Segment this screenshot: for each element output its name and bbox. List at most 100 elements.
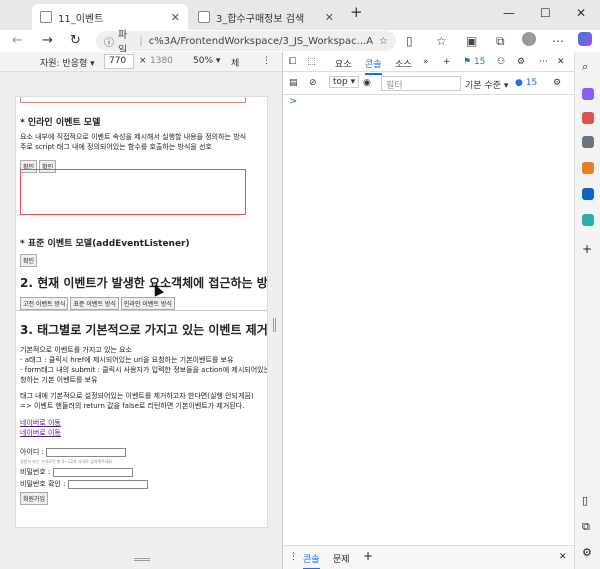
resize-handle[interactable]: [273, 318, 276, 332]
issue-badge-icon: ●: [515, 78, 523, 88]
naver-link[interactable]: 네이버로 이동: [20, 428, 61, 438]
tab-events[interactable]: 11_이벤트 ✕: [32, 4, 188, 30]
previous-box: [20, 97, 246, 103]
tab-search[interactable]: 3_합수구매정보 검색 ✕: [190, 4, 342, 30]
inline-output-area: [20, 169, 246, 215]
copilot-icon[interactable]: [578, 32, 592, 46]
inline-event-button[interactable]: 인라인 이벤트 방식: [120, 297, 175, 310]
more-icon[interactable]: ⋯: [552, 34, 564, 48]
id-label: 아이디 :: [20, 448, 44, 456]
outlook-icon[interactable]: [582, 188, 594, 200]
section3-title: 3. 태그별로 기본적으로 가지고 있는 이벤트 제거: [20, 323, 268, 337]
more-tabs-icon[interactable]: »: [423, 57, 429, 67]
settings-icon[interactable]: ⚙: [517, 57, 525, 67]
more-icon[interactable]: ⋮: [262, 56, 271, 66]
confirm-button[interactable]: 확인: [20, 254, 38, 267]
clear-console-icon[interactable]: ⊘: [309, 78, 317, 88]
add-icon[interactable]: +: [582, 242, 594, 256]
console-settings-icon[interactable]: ⚙: [553, 78, 561, 88]
tab-sources[interactable]: 소스: [395, 57, 412, 70]
url-field[interactable]: ⓘ 파일 | c%3A/FrontendWorkspace/3_JS_Works…: [96, 30, 396, 56]
settings-icon[interactable]: ⚙: [582, 546, 594, 559]
drawer-add-button[interactable]: +: [363, 549, 373, 563]
read-aloud-icon[interactable]: A: [366, 36, 373, 47]
section2-title: 2. 현재 이벤트가 발생한 요소객체에 접근하는 방법: [20, 276, 268, 290]
close-icon[interactable]: ✕: [171, 11, 180, 24]
height-input[interactable]: 1380: [150, 56, 173, 66]
drawer-tab-issues[interactable]: 문제: [333, 552, 350, 565]
inline-desc-2: 주로 script 태그 내에 정의되어있는 함수를 호출하는 방식을 선호: [20, 143, 212, 151]
pw-confirm-label: 비밀번호 확인 :: [20, 480, 66, 488]
standard-model-title: * 표준 이벤트 모델(addEventListener): [20, 239, 190, 249]
page-icon: [198, 11, 210, 23]
minimize-button[interactable]: —: [503, 6, 515, 20]
avatar[interactable]: [522, 32, 536, 46]
viewport: * 인라인 이벤트 모델 요소 내부에 직접적으로 이벤트 속성을 제시해서 실…: [0, 72, 282, 569]
split-icon[interactable]: ▯: [582, 494, 594, 507]
zoom-select[interactable]: 50% ▾: [193, 56, 220, 66]
office-icon[interactable]: [582, 162, 594, 174]
s3-line: 청하는 기본 이벤트를 보유: [20, 376, 98, 384]
close-drawer-icon[interactable]: ✕: [559, 552, 567, 562]
resize-handle-bottom[interactable]: [134, 558, 150, 561]
devtools-tab-bar: ⧠ ⬚ 요소 콘솔 소스 » + ⚑ 15 ⚇ ⚙ ⋯ ✕: [283, 52, 575, 75]
drawer-menu-icon[interactable]: ⋮: [289, 552, 298, 562]
inline-desc-1: 요소 내부에 직접적으로 이벤트 속성을 제시해서 실행할 내용을 정의하는 방…: [20, 133, 247, 141]
drop-icon[interactable]: [582, 214, 594, 226]
issues-icon: ⚑: [463, 57, 472, 67]
forward-icon[interactable]: →: [42, 33, 53, 48]
split-screen-icon[interactable]: ▯: [406, 34, 413, 48]
more-icon[interactable]: ⋯: [539, 57, 548, 67]
tab-label: 11_이벤트: [58, 13, 104, 25]
device-toolbar: 자원: 반응형 ▾ 770 × 1380 50% ▾ 체 ⋮: [0, 52, 282, 72]
device-toggle-icon[interactable]: ⧠: [289, 57, 296, 67]
console-prompt[interactable]: >: [289, 96, 297, 107]
address-bar: ← → ↻ ⓘ 파일 | c%3A/FrontendWorkspace/3_JS…: [0, 30, 600, 56]
signup-button[interactable]: 회원가입: [20, 492, 49, 505]
log-level-select[interactable]: 기본 수준 ▾: [465, 78, 508, 91]
favorite-star-icon[interactable]: ☆: [379, 36, 388, 47]
url-path: c%3A/FrontendWorkspace/3_JS_Workspac...: [148, 35, 367, 47]
device-select[interactable]: 자원: 반응형 ▾: [40, 56, 95, 69]
close-window-button[interactable]: ✕: [576, 6, 586, 20]
page-icon: [40, 11, 52, 23]
search-icon[interactable]: ⌕: [582, 60, 594, 73]
broadcast-icon[interactable]: ⚇: [497, 57, 505, 67]
classic-event-button[interactable]: 고전 이벤트 방식: [20, 297, 69, 310]
tools-icon[interactable]: [582, 112, 594, 124]
id-input[interactable]: [46, 447, 127, 457]
naver-link[interactable]: 네이버로 이동: [20, 418, 61, 428]
throttle-select[interactable]: 체: [231, 56, 239, 69]
info-icon: ⓘ: [104, 37, 114, 49]
close-devtools-icon[interactable]: ✕: [557, 57, 565, 67]
back-icon[interactable]: ←: [12, 33, 23, 48]
add-tool-button[interactable]: +: [443, 57, 451, 67]
pw-confirm-input[interactable]: [67, 479, 148, 489]
tab-label: 3_합수구매정보 검색: [216, 13, 305, 25]
page-content: * 인라인 이벤트 모델 요소 내부에 직접적으로 이벤트 속성을 제시해서 실…: [15, 96, 268, 528]
drawer-tab-bar: ⋮ 콘솔 문제 + ✕: [283, 545, 575, 569]
favorites-icon[interactable]: ☆: [436, 34, 447, 48]
s3-line: => 이벤트 핸들러의 return 값을 false로 리턴하면 기본이벤트가…: [20, 402, 245, 410]
tab-elements[interactable]: 요소: [335, 57, 352, 70]
sidebar-toggle-icon[interactable]: ▤: [289, 78, 298, 88]
context-select[interactable]: top ▾: [329, 76, 360, 88]
eye-icon[interactable]: ◉: [363, 78, 371, 88]
refresh-icon[interactable]: ↻: [70, 33, 81, 48]
collections-icon[interactable]: ▣: [466, 34, 477, 48]
close-icon[interactable]: ✕: [325, 11, 334, 24]
errors-count: 15: [525, 78, 538, 88]
filter-input[interactable]: 필터: [381, 76, 461, 91]
width-input[interactable]: 770: [104, 54, 134, 69]
new-tab-button[interactable]: +: [350, 3, 363, 21]
drawer-tab-console[interactable]: 콘솔: [303, 552, 320, 569]
maximize-button[interactable]: ☐: [540, 6, 551, 20]
shopping-icon[interactable]: [582, 88, 594, 100]
games-icon[interactable]: [582, 136, 594, 148]
extensions-icon[interactable]: ⧉: [496, 34, 505, 49]
s3-line: 기본적으로 이벤트를 가지고 있는 요소: [20, 346, 132, 354]
inspect-icon[interactable]: ⬚: [307, 57, 316, 67]
pw-input[interactable]: [52, 467, 133, 477]
open-external-icon[interactable]: ⧉: [582, 520, 594, 533]
standard-event-button[interactable]: 표준 이벤트 방식: [70, 297, 119, 310]
